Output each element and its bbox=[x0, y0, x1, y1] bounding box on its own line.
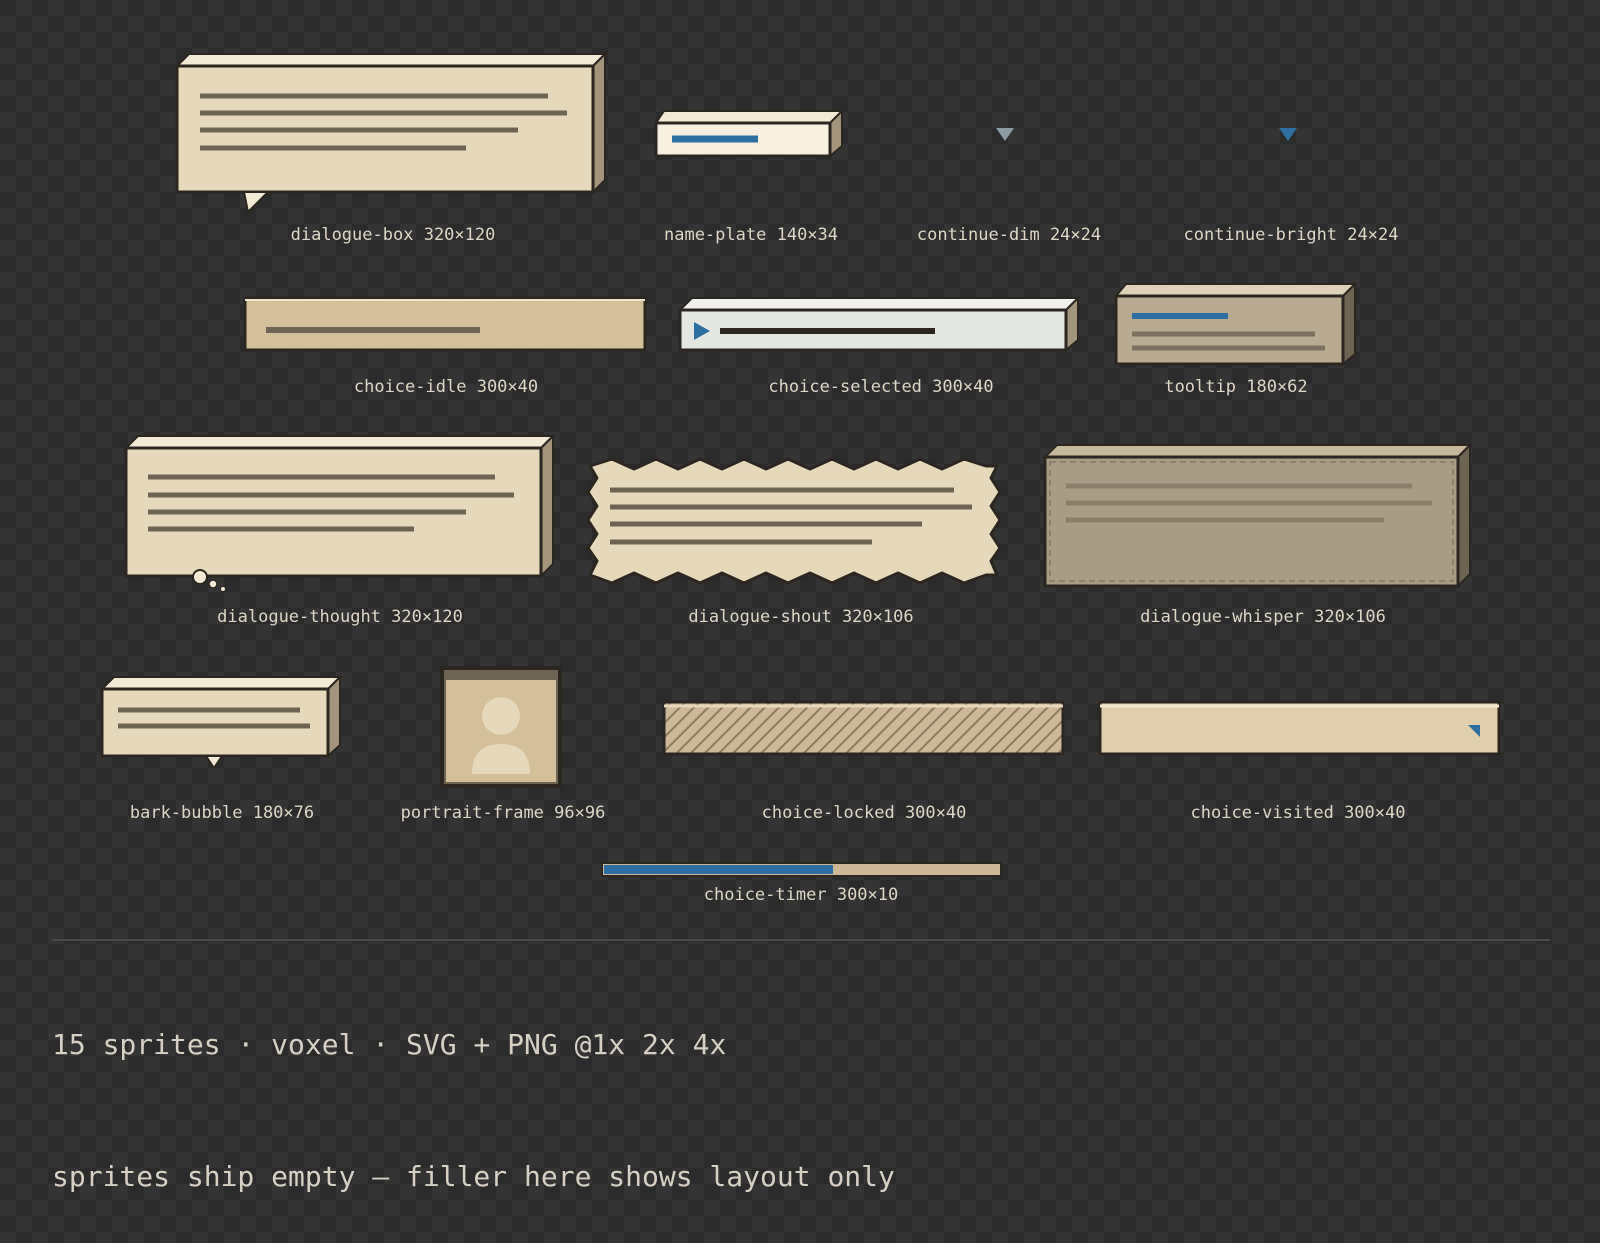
bark-bubble-sprite bbox=[99, 674, 343, 770]
continue-bright-arrow bbox=[1279, 128, 1297, 141]
name-plate-label: name-plate 140×34 bbox=[664, 225, 838, 245]
footer-note: sprites ship empty — filler here shows l… bbox=[52, 1160, 895, 1193]
dialogue-whisper-sprite bbox=[1042, 442, 1473, 589]
choice-visited-sprite bbox=[1098, 700, 1501, 756]
choice-idle-label: choice-idle 300×40 bbox=[354, 377, 538, 397]
dialogue-thought-label: dialogue-thought 320×120 bbox=[217, 607, 463, 627]
choice-idle-sprite bbox=[243, 296, 647, 352]
dialogue-box-label: dialogue-box 320×120 bbox=[291, 225, 496, 245]
choice-selected-label: choice-selected 300×40 bbox=[768, 377, 993, 397]
tooltip-label: tooltip 180×62 bbox=[1164, 377, 1307, 397]
choice-visited-label: choice-visited 300×40 bbox=[1191, 803, 1406, 823]
footer-summary: 15 sprites · voxel · SVG + PNG @1x 2x 4x bbox=[52, 1028, 727, 1061]
choice-selected-sprite bbox=[677, 295, 1081, 353]
continue-bright-label: continue-bright 24×24 bbox=[1184, 225, 1399, 245]
choice-timer-fill bbox=[604, 865, 833, 874]
dialogue-shout-label: dialogue-shout 320×106 bbox=[688, 607, 913, 627]
dialogue-thought-sprite bbox=[123, 433, 556, 592]
continue-dim-label: continue-dim 24×24 bbox=[917, 225, 1101, 245]
bark-bubble-label: bark-bubble 180×76 bbox=[130, 803, 314, 823]
choice-timer-sprite bbox=[601, 862, 1002, 877]
name-plate-sprite bbox=[654, 108, 845, 159]
sprite-sheet: dialogue-box 320×120 name-plate 140×34 c… bbox=[52, 51, 1550, 941]
choice-timer-label: choice-timer 300×10 bbox=[704, 885, 899, 905]
dialogue-box-sprite bbox=[174, 51, 608, 215]
portrait-frame-sprite bbox=[440, 666, 562, 788]
dialogue-whisper-label: dialogue-whisper 320×106 bbox=[1140, 607, 1386, 627]
footer: 15 sprites · voxel · SVG + PNG @1x 2x 4x… bbox=[52, 935, 895, 1243]
tooltip-sprite bbox=[1113, 281, 1358, 367]
portrait-frame-label: portrait-frame 96×96 bbox=[401, 803, 606, 823]
continue-dim-arrow bbox=[996, 128, 1014, 141]
dialogue-shout-sprite bbox=[586, 457, 1002, 585]
choice-locked-sprite bbox=[662, 700, 1065, 756]
choice-locked-label: choice-locked 300×40 bbox=[762, 803, 967, 823]
